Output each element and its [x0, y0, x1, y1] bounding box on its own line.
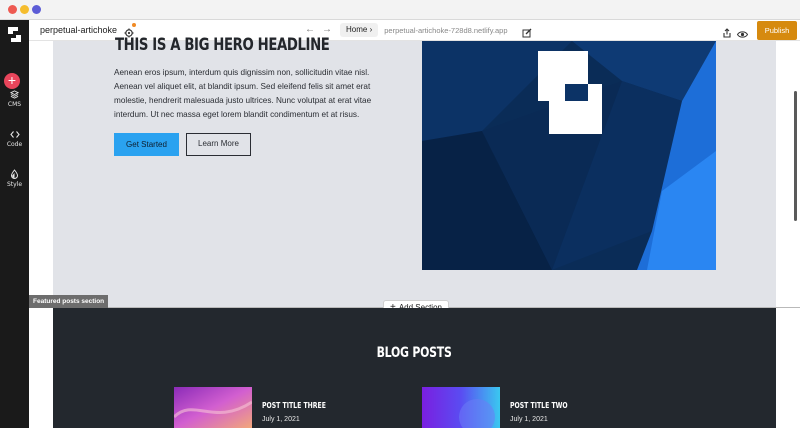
section-label[interactable]: Featured posts section [29, 295, 109, 308]
sidebar-item-cms[interactable]: CMS [0, 90, 29, 108]
window-titlebar [0, 0, 800, 20]
droplet-icon [10, 169, 19, 179]
home-page-selector[interactable]: Home › [340, 23, 379, 37]
hero-headline[interactable]: THIS IS A BIG HERO HEADLINE [115, 35, 330, 55]
sidebar-item-label: CMS [7, 101, 22, 108]
sidebar-item-label: Code [6, 141, 23, 148]
forward-arrow-icon[interactable]: → [322, 24, 332, 35]
add-button[interactable]: + [4, 73, 20, 89]
preview-eye-icon[interactable] [736, 26, 749, 38]
notification-badge [132, 23, 136, 27]
get-started-button[interactable]: Get Started [114, 133, 179, 156]
publish-button[interactable]: Publish [757, 21, 797, 40]
learn-more-button[interactable]: Learn More [186, 133, 251, 156]
hero-section[interactable]: THIS IS A BIG HERO HEADLINE Aenean eros … [53, 35, 776, 307]
post-thumbnail[interactable] [172, 387, 253, 428]
site-name[interactable]: perpetual-artichoke [40, 25, 117, 35]
hero-image[interactable] [422, 41, 716, 270]
sidebar-item-code[interactable]: Code [0, 130, 29, 148]
site-settings-gear-icon[interactable] [124, 23, 136, 38]
sidebar-item-style[interactable]: Style [0, 169, 29, 188]
post-title[interactable]: POST TITLE THREE [262, 401, 326, 410]
blog-section-title[interactable]: BLOG POSTS [53, 345, 776, 361]
editor-canvas: THIS IS A BIG HERO HEADLINE Aenean eros … [29, 35, 800, 433]
left-sidebar: + CMS Code Style [0, 20, 29, 428]
sidebar-item-label: Style [6, 181, 23, 188]
share-icon[interactable] [722, 25, 732, 38]
close-window-button[interactable] [8, 5, 17, 14]
post-date: July 1, 2021 [510, 416, 548, 423]
canvas-scrollbar[interactable] [794, 91, 797, 221]
minimize-window-button[interactable] [20, 5, 29, 14]
blog-title-text: BLOG POSTS [376, 345, 453, 361]
hero-body-text[interactable]: Aenean eros ipsum, interdum quis digniss… [114, 66, 396, 122]
post-thumbnail[interactable] [422, 387, 500, 433]
code-icon [9, 131, 20, 138]
edit-icon[interactable] [522, 25, 532, 38]
url-bar: Home › perpetual-artichoke-728d8.netlify… [340, 23, 508, 37]
post-date: July 1, 2021 [262, 416, 300, 423]
home-page-label: Home [346, 25, 368, 34]
layers-icon [10, 90, 19, 99]
featured-posts-section[interactable]: BLOG POSTS POST TITLE THREE July 1, 2021 [53, 308, 776, 433]
post-title[interactable]: POST TITLE TWO [510, 401, 568, 410]
back-arrow-icon[interactable]: ← [305, 24, 315, 35]
maximize-window-button[interactable] [32, 5, 41, 14]
site-url[interactable]: perpetual-artichoke-728d8.netlify.app [384, 26, 507, 35]
app-logo-icon[interactable] [4, 24, 25, 45]
